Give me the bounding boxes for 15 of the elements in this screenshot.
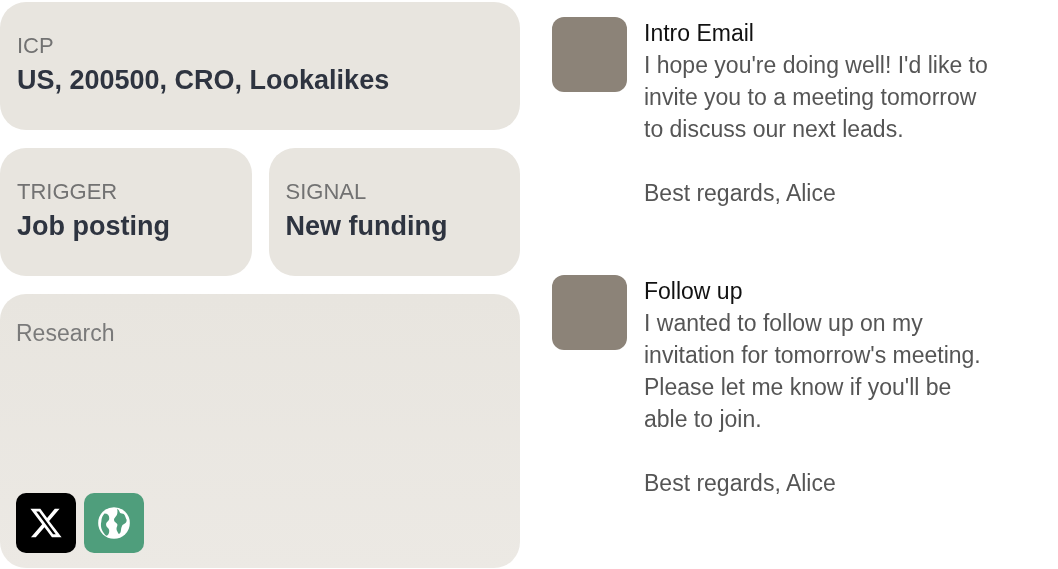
card-label: SIGNAL [285,178,368,206]
card-label: Research [16,319,116,348]
message-title: Follow up [644,277,744,306]
x-logo-icon[interactable] [16,493,76,553]
card-label: ICP [17,32,55,60]
card-value: New funding [285,210,449,243]
card-value: US, 200500, CRO, Lookalikes [17,64,391,97]
message-title: Intro Email [644,19,755,48]
message-body: I hope you're doing well! I'd like to invite you to a meeting tomorrow to discuss our next leads. [644,51,989,144]
card-value: Job posting [17,210,171,243]
message-body: I wanted to follow up on my invitation for tomorrow's meeting. Please let me know if you'll be able to join. [644,309,982,434]
message-signature: Best regards, Alice [644,179,837,208]
card-label: TRIGGER [17,178,119,206]
globe-icon[interactable] [84,493,144,553]
message-signature: Best regards, Alice [644,469,837,498]
